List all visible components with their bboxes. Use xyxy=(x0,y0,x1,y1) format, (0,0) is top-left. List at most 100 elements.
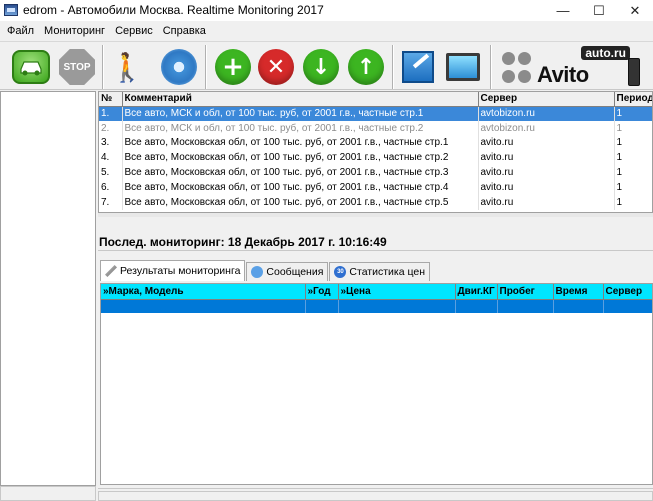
col-header-price[interactable]: »Цена xyxy=(338,284,456,300)
search-list-grid: № Комментарий Сервер Период 1. Все авто,… xyxy=(98,91,653,213)
left-panel-scrollbar[interactable] xyxy=(0,486,96,501)
row-server: avito.ru xyxy=(478,165,615,180)
row-comment: Все авто, МСК и обл, от 100 тыс. руб, от… xyxy=(122,106,479,121)
row-period: 1 xyxy=(614,150,652,166)
window-controls: — ☐ ✕ xyxy=(545,0,653,21)
delete-button[interactable]: ✕ xyxy=(255,46,297,88)
app-icon xyxy=(4,4,18,16)
row-period: 1 xyxy=(614,135,652,151)
toolbar-separator xyxy=(102,45,104,89)
table-row[interactable]: 2. Все авто, МСК и обл, от 100 тыс. руб,… xyxy=(99,120,652,136)
close-button[interactable]: ✕ xyxy=(617,0,653,21)
tab-label: Сообщения xyxy=(266,266,324,278)
results-grid: »Марка, Модель »Год »Цена Двиг.КГ Пробег… xyxy=(100,283,653,485)
row-period: 1 xyxy=(614,106,652,121)
table-row[interactable] xyxy=(101,299,652,313)
row-number: 7. xyxy=(99,194,123,210)
table-row[interactable]: 6. Все авто, Московская обл, от 100 тыс.… xyxy=(99,179,652,195)
delete-x-icon: ✕ xyxy=(258,49,294,85)
settings-button[interactable] xyxy=(158,46,200,88)
row-comment: Все авто, Московская обл, от 100 тыс. ру… xyxy=(122,194,479,210)
row-server: avito.ru xyxy=(478,194,615,210)
results-cell xyxy=(603,299,652,313)
title-bar: edrom - Автомобили Москва. Realtime Moni… xyxy=(0,0,653,21)
add-button[interactable]: + xyxy=(212,46,254,88)
edit-icon xyxy=(402,51,434,83)
row-period: 1 xyxy=(614,194,652,210)
col-header-server[interactable]: Сервер xyxy=(478,92,615,107)
col-header-server[interactable]: Сервер xyxy=(603,284,652,300)
toolbar-separator xyxy=(205,45,207,89)
col-header-number[interactable]: № xyxy=(99,92,123,107)
walk-button[interactable]: 🚶 xyxy=(106,46,148,88)
window-title: edrom - Автомобили Москва. Realtime Moni… xyxy=(23,3,324,17)
row-number: 5. xyxy=(99,165,123,180)
col-header-model[interactable]: »Марка, Модель xyxy=(101,284,306,300)
col-header-time[interactable]: Время xyxy=(553,284,604,300)
table-row[interactable]: 5. Все авто, Московская обл, от 100 тыс.… xyxy=(99,165,652,180)
grid-horizontal-scrollbar[interactable] xyxy=(98,213,653,217)
row-comment: Все авто, Московская обл, от 100 тыс. ру… xyxy=(122,179,479,195)
table-row[interactable]: 1. Все авто, МСК и обл, от 100 тыс. руб,… xyxy=(99,106,652,121)
status-bar xyxy=(98,488,653,501)
results-cell xyxy=(305,299,339,313)
maximize-button[interactable]: ☐ xyxy=(581,0,617,21)
row-number: 3. xyxy=(99,135,123,151)
menu-service[interactable]: Сервис xyxy=(110,25,158,37)
row-period: 1 xyxy=(614,165,652,180)
row-comment: Все авто, Московская обл, от 100 тыс. ру… xyxy=(122,150,479,166)
row-server: avito.ru xyxy=(478,179,615,195)
table-row[interactable]: 4. Все авто, Московская обл, от 100 тыс.… xyxy=(99,150,652,166)
grid-header-row: № Комментарий Сервер Период xyxy=(99,92,652,107)
table-row[interactable]: 3. Все авто, Московская обл, от 100 тыс.… xyxy=(99,135,652,151)
row-comment: Все авто, Московская обл, от 100 тыс. ру… xyxy=(122,165,479,180)
move-down-button[interactable]: ↓ xyxy=(300,46,342,88)
plus-icon: + xyxy=(215,49,251,85)
menu-monitoring[interactable]: Мониторинг xyxy=(39,25,110,37)
menu-file[interactable]: Файл xyxy=(2,25,39,37)
menu-help[interactable]: Справка xyxy=(158,25,211,37)
stop-icon: STOP xyxy=(59,49,95,85)
dots-icon xyxy=(500,48,534,88)
menu-bar: Файл Мониторинг Сервис Справка xyxy=(0,22,653,40)
screen-button[interactable] xyxy=(442,46,484,88)
results-cell xyxy=(455,299,498,313)
phone-icon xyxy=(628,58,640,86)
col-header-mileage[interactable]: Пробег xyxy=(497,284,554,300)
avito-logo-text: Avito xyxy=(537,62,589,87)
tab-messages[interactable]: Сообщения xyxy=(246,262,329,281)
row-number: 6. xyxy=(99,179,123,195)
left-tree-panel[interactable] xyxy=(0,91,96,486)
results-tabs: Результаты мониторинга Сообщения 30 Стат… xyxy=(100,260,431,282)
results-cell xyxy=(101,299,306,313)
row-comment: Все авто, Московская обл, от 100 тыс. ру… xyxy=(122,135,479,151)
table-row[interactable]: 7. Все авто, Московская обл, от 100 тыс.… xyxy=(99,194,652,210)
tab-monitoring-results[interactable]: Результаты мониторинга xyxy=(100,260,246,281)
col-header-engine[interactable]: Двиг.КГ xyxy=(455,284,498,300)
col-header-period[interactable]: Период xyxy=(614,92,652,107)
avito-autoru-logo[interactable]: auto.ru Avito xyxy=(535,46,640,88)
col-header-comment[interactable]: Комментарий xyxy=(122,92,479,107)
edit-button[interactable] xyxy=(397,46,439,88)
row-period: 1 xyxy=(614,179,652,195)
toolbar: STOP 🚶 + ✕ ↓ ↑ auto.ru Avito xyxy=(0,41,653,90)
stop-button[interactable]: STOP xyxy=(56,46,98,88)
chat-icon xyxy=(251,266,264,278)
splitter[interactable] xyxy=(98,250,653,252)
start-car-button[interactable] xyxy=(10,46,52,88)
col-header-year[interactable]: »Год xyxy=(305,284,339,300)
tab-price-stats[interactable]: 30 Статистика цен xyxy=(329,262,431,281)
toolbar-separator xyxy=(490,45,492,89)
move-up-button[interactable]: ↑ xyxy=(345,46,387,88)
gears-icon xyxy=(161,49,197,85)
row-server: avtobizon.ru xyxy=(478,106,615,121)
stats-30-icon: 30 xyxy=(334,266,347,278)
row-number: 4. xyxy=(99,150,123,166)
autoru-logo-text: auto.ru xyxy=(581,46,630,60)
toolbar-separator xyxy=(392,45,394,89)
row-period: 1 xyxy=(614,120,652,136)
minimize-button[interactable]: — xyxy=(545,0,581,21)
monitor-icon xyxy=(446,53,480,81)
results-cell xyxy=(497,299,554,313)
row-number: 2. xyxy=(99,120,123,136)
